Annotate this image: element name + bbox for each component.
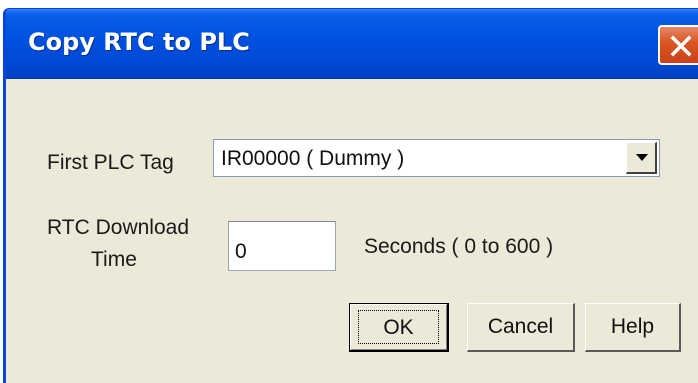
rtc-download-time-label-line1: RTC Download (47, 216, 190, 239)
ok-button[interactable]: OK (349, 303, 449, 352)
seconds-range-hint: Seconds ( 0 to 600 ) (364, 235, 554, 258)
help-button[interactable]: Help (585, 303, 681, 352)
first-plc-tag-value: IR00000 ( Dummy ) (221, 147, 405, 170)
close-x-icon (670, 35, 692, 57)
rtc-download-time-input[interactable] (228, 221, 336, 271)
ok-button-label: OK (358, 310, 439, 344)
title-bar[interactable]: Copy RTC to PLC (6, 9, 698, 79)
triangle-down-icon (636, 154, 648, 161)
dropdown-arrow-button[interactable] (626, 142, 657, 174)
cancel-button[interactable]: Cancel (467, 303, 575, 352)
close-button[interactable] (658, 25, 698, 65)
first-plc-tag-label: First PLC Tag (47, 151, 174, 174)
dialog-window: Copy RTC to PLC First PLC Tag IR00000 ( … (3, 8, 698, 383)
window-title: Copy RTC to PLC (28, 28, 250, 56)
first-plc-tag-dropdown[interactable]: IR00000 ( Dummy ) (213, 139, 660, 177)
rtc-download-time-label-line2: Time (91, 248, 137, 271)
